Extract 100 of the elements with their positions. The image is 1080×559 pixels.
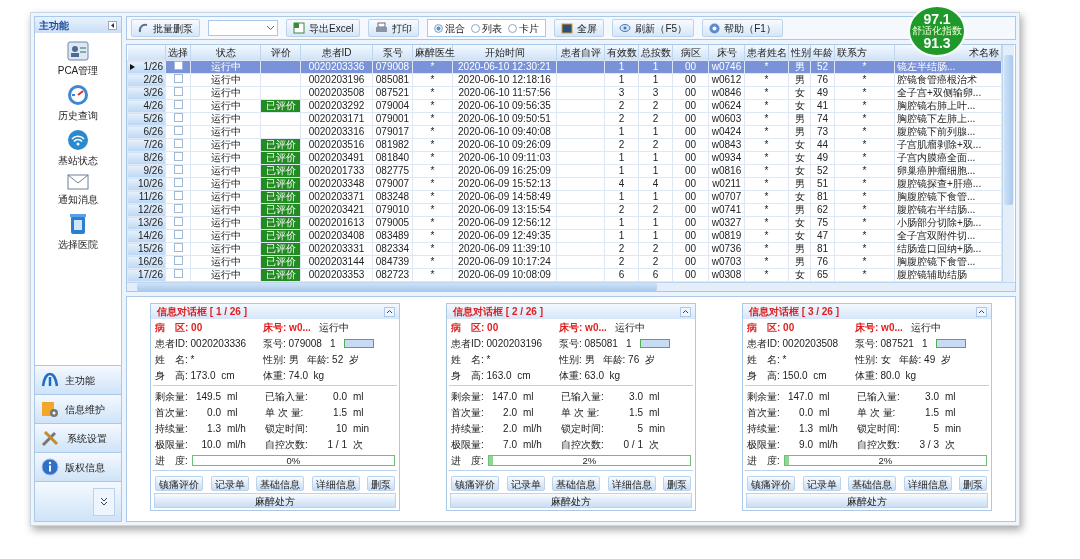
card-button[interactable]: 详细信息 [903, 476, 952, 491]
row-checkbox[interactable] [173, 100, 183, 109]
info-field: 体重: 80.0 kg [855, 367, 917, 383]
row-checkbox[interactable] [173, 87, 183, 96]
column-header[interactable]: 患者自评 [556, 45, 605, 61]
card-button[interactable]: 删泵 [959, 476, 987, 491]
card-button[interactable]: 镇痛评价 [155, 476, 203, 491]
card-button[interactable]: 基础信息 [848, 476, 896, 491]
row-checkbox[interactable] [173, 269, 183, 278]
prescription-button[interactable]: 麻醉处方 [154, 493, 396, 508]
table-cell: w0707 [708, 190, 745, 204]
row-checkbox[interactable] [173, 191, 183, 200]
toolbar-button[interactable]: 全屏 [554, 19, 605, 37]
table-cell: 2020-06-09 14:58:49 [452, 190, 557, 204]
column-header[interactable]: 床号 [708, 45, 745, 61]
nav-button[interactable]: 信息维护 [35, 394, 121, 423]
column-header[interactable]: 选择 [165, 45, 191, 61]
table-cell: 079017 [372, 125, 413, 139]
toolbar-button[interactable]: 打印 [368, 19, 420, 37]
row-checkbox[interactable] [173, 113, 183, 122]
vertical-scrollbar[interactable] [1002, 45, 1014, 282]
row-checkbox[interactable] [173, 217, 183, 226]
nav-button[interactable]: 系统设置 [35, 423, 121, 452]
sidebar-item[interactable]: 选择医院 [58, 213, 98, 252]
card-button[interactable]: 基础信息 [256, 476, 304, 491]
table-cell: 00 [672, 60, 709, 74]
row-number[interactable]: 1/26 [127, 60, 166, 74]
card-button[interactable]: 记录单 [506, 476, 545, 491]
view-mode-radio[interactable]: 列表 [471, 20, 503, 36]
column-header[interactable]: 年龄 [810, 45, 835, 61]
card-button[interactable]: 详细信息 [311, 476, 360, 491]
card-button[interactable]: 删泵 [663, 476, 691, 491]
table-cell: 65 [810, 268, 835, 282]
row-checkbox[interactable] [173, 256, 183, 265]
chevron-icon [100, 496, 108, 507]
card-button[interactable]: 删泵 [367, 476, 395, 491]
row-checkbox[interactable] [173, 165, 183, 174]
column-header[interactable]: 病区 [672, 45, 709, 61]
column-header[interactable]: 联系方 [834, 45, 895, 61]
row-checkbox[interactable] [173, 126, 183, 135]
column-header[interactable]: 状态 [190, 45, 261, 61]
column-header[interactable]: 麻醉医生 [412, 45, 453, 61]
row-checkbox[interactable] [173, 74, 183, 83]
row-checkbox[interactable] [173, 139, 183, 148]
column-header[interactable]: 评价 [260, 45, 301, 61]
sidebar-item[interactable]: 历史查询 [58, 84, 98, 123]
nav-button[interactable]: 版权信息 [35, 452, 121, 481]
row-checkbox[interactable] [173, 61, 183, 70]
sidebar-item[interactable]: 通知消息 [58, 174, 98, 207]
column-header[interactable]: 总按数 [638, 45, 673, 61]
column-header[interactable]: 性别 [788, 45, 811, 61]
metric-value: 3.0 [924, 389, 940, 404]
card-button[interactable]: 基础信息 [552, 476, 600, 491]
column-header[interactable]: 患者ID [300, 45, 373, 61]
nav-button[interactable]: 主功能 [35, 365, 121, 394]
card-button[interactable]: 镇痛评价 [747, 476, 795, 491]
toolbar-button[interactable]: 导出Excel [286, 19, 361, 37]
info-field: 泵号: 087521 [855, 335, 914, 351]
table-cell: 6 [604, 268, 639, 282]
metric-unit: ml/h [523, 421, 543, 436]
column-header[interactable]: 患者姓名 [744, 45, 789, 61]
table-cell: 00 [672, 112, 709, 126]
sidebar-item[interactable]: 基站状态 [58, 129, 98, 168]
prescription-button[interactable]: 麻醉处方 [746, 493, 988, 508]
table-cell: * [834, 255, 895, 269]
sidebar-item[interactable]: PCA管理 [57, 41, 99, 78]
metric-unit: ml/h [227, 437, 247, 452]
toolbar-button[interactable]: 批量删泵 [131, 19, 200, 37]
row-checkbox[interactable] [173, 178, 183, 187]
metric-unit: ml/h [523, 437, 543, 452]
info-field: 病 区: 00 [451, 319, 559, 335]
card-button[interactable]: 详细信息 [607, 476, 656, 491]
table-cell: * [412, 138, 453, 152]
collapse-button[interactable] [384, 306, 395, 317]
card-button[interactable]: 记录单 [210, 476, 249, 491]
progress-reading: 2% [581, 454, 598, 466]
row-checkbox[interactable] [173, 230, 183, 239]
table-cell: 2 [604, 112, 639, 126]
collapse-button[interactable] [976, 306, 987, 317]
metric-unit: 次 [649, 437, 660, 452]
row-checkbox[interactable] [173, 243, 183, 252]
toolbar-button[interactable]: 帮助（F1） [702, 19, 783, 37]
table-cell: * [744, 60, 789, 74]
card-button[interactable]: 镇痛评价 [451, 476, 499, 491]
row-checkbox[interactable] [173, 204, 183, 213]
prescription-button[interactable]: 麻醉处方 [450, 493, 692, 508]
expand-button[interactable] [93, 487, 115, 516]
pump-select[interactable] [208, 20, 278, 36]
column-header[interactable]: 有效数 [604, 45, 639, 61]
column-header[interactable]: 泵号 [372, 45, 413, 61]
collapse-button[interactable] [680, 306, 691, 317]
view-mode-radio[interactable]: 混合 [434, 20, 466, 36]
collapse-icon[interactable] [108, 20, 117, 30]
toolbar-button[interactable]: 刷新（F5） [612, 19, 695, 37]
row-checkbox[interactable] [173, 152, 183, 161]
table-cell: 2 [638, 255, 673, 269]
view-mode-radio[interactable]: 卡片 [508, 20, 540, 36]
table-cell: * [744, 190, 789, 204]
horizontal-scrollbar[interactable] [127, 282, 1015, 291]
card-button[interactable]: 记录单 [802, 476, 841, 491]
